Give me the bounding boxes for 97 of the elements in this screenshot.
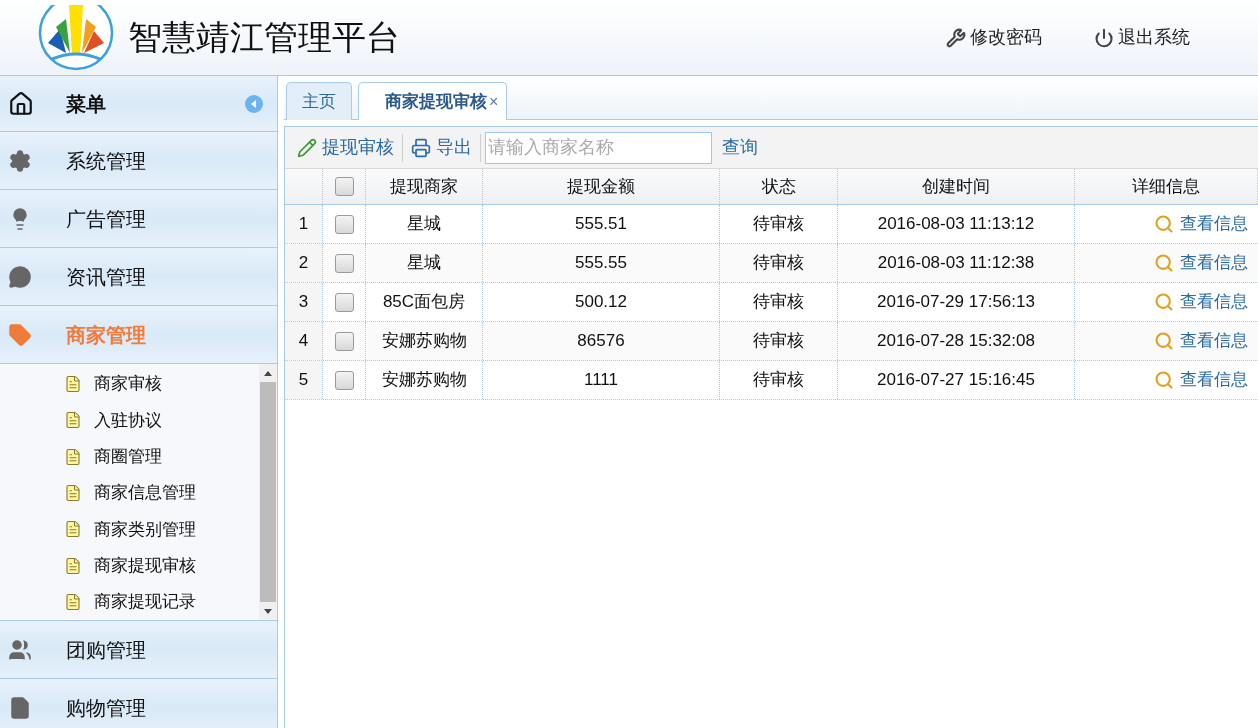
table-cell: 待审核 <box>720 322 838 360</box>
submenu-item[interactable]: 商家类别管理 <box>0 511 259 548</box>
document-icon <box>64 411 82 430</box>
people-icon <box>8 637 32 662</box>
table-cell: 86576 <box>483 322 720 360</box>
search-icon <box>1154 370 1174 390</box>
gear-icon <box>8 148 32 173</box>
collapse-icon[interactable] <box>245 94 263 113</box>
menu-group-label: 广告管理 <box>66 206 146 232</box>
header-action-link[interactable]: 修改密码 <box>946 24 1042 51</box>
search-icon <box>1154 214 1174 234</box>
row-number: 1 <box>285 205 323 243</box>
submenu-item[interactable]: 商家信息管理 <box>0 474 259 512</box>
menu-group-label: 商家管理 <box>66 322 146 348</box>
table-cell: 2016-07-27 15:16:45 <box>838 361 1075 399</box>
table-cell: 2016-08-03 11:12:38 <box>838 244 1075 282</box>
menu-group-header[interactable]: 资讯管理 <box>0 248 277 306</box>
table-cell: 待审核 <box>720 283 838 321</box>
pencil-icon <box>297 137 317 158</box>
view-info-link[interactable]: 查看信息 <box>1180 250 1248 276</box>
checkbox[interactable] <box>334 177 354 196</box>
table-cell: 1111 <box>483 361 720 399</box>
sidebar-title: 菜单 <box>66 91 106 117</box>
speech-bubble-icon <box>8 264 32 289</box>
tab[interactable]: 商家提现审核× <box>358 82 508 120</box>
search-icon <box>1154 331 1174 351</box>
table-cell: 555.55 <box>483 244 720 282</box>
document-icon <box>64 520 82 539</box>
scrollbar[interactable] <box>259 364 277 620</box>
table-cell: 星城 <box>366 205 483 243</box>
checkbox[interactable] <box>334 370 354 390</box>
menu-group-header[interactable]: 系统管理 <box>0 132 277 190</box>
table-cell: 85C面包房 <box>366 283 483 321</box>
column-header[interactable]: 创建时间 <box>838 169 1075 204</box>
column-header[interactable]: 提现商家 <box>366 169 483 204</box>
table-cell: 安娜苏购物 <box>366 322 483 360</box>
toolbar-button[interactable]: 导出 <box>407 134 476 161</box>
view-info-link[interactable]: 查看信息 <box>1180 367 1248 393</box>
submenu-item[interactable]: 商家提现记录 <box>0 583 259 620</box>
submenu-item[interactable]: 商家审核 <box>0 366 259 403</box>
toolbar-button[interactable]: 提现审核 <box>293 134 398 161</box>
table-cell: 500.12 <box>483 283 720 321</box>
document-icon <box>64 592 82 611</box>
view-info-link[interactable]: 查看信息 <box>1180 289 1248 315</box>
table-cell: 待审核 <box>720 205 838 243</box>
row-number: 4 <box>285 322 323 360</box>
view-info-link[interactable]: 查看信息 <box>1180 328 1248 354</box>
close-icon[interactable]: × <box>489 89 499 114</box>
app-title: 智慧靖江管理平台 <box>128 17 400 58</box>
document-icon <box>64 556 82 575</box>
query-button[interactable]: 查询 <box>722 134 758 161</box>
document-icon <box>64 484 82 502</box>
row-number: 3 <box>285 283 323 321</box>
table-cell: 安娜苏购物 <box>366 361 483 399</box>
tag-icon <box>8 322 32 347</box>
search-icon <box>1154 253 1174 273</box>
column-header[interactable]: 状态 <box>720 169 838 204</box>
document-icon <box>64 375 82 394</box>
submenu-item[interactable]: 商圈管理 <box>0 438 259 475</box>
search-field[interactable]: 请输入商家名称 <box>485 131 712 164</box>
table-cell: 待审核 <box>720 244 838 282</box>
column-header[interactable]: 详细信息 <box>1075 169 1258 204</box>
printer-icon <box>411 137 431 158</box>
table-cell: 待审核 <box>720 361 838 399</box>
search-icon <box>1154 292 1174 312</box>
header-action-link[interactable]: 退出系统 <box>1094 24 1190 51</box>
document-icon <box>64 447 82 466</box>
home-icon <box>8 90 34 117</box>
table-cell: 2016-08-03 11:13:12 <box>838 205 1075 243</box>
scroll-up-arrow-icon[interactable] <box>264 370 272 376</box>
checkbox[interactable] <box>334 292 354 312</box>
checkbox[interactable] <box>334 214 354 234</box>
table-cell: 2016-07-28 15:32:08 <box>838 322 1075 360</box>
menu-group-label: 购物管理 <box>66 695 146 721</box>
checkbox[interactable] <box>334 331 354 351</box>
power-icon <box>1094 27 1114 48</box>
row-number: 2 <box>285 244 323 282</box>
checkbox[interactable] <box>334 253 354 273</box>
menu-group-header[interactable]: 购物管理 <box>0 679 277 728</box>
table-cell: 2016-07-29 17:56:13 <box>838 283 1075 321</box>
document-icon <box>8 695 32 720</box>
table-cell: 星城 <box>366 244 483 282</box>
table-cell: 555.51 <box>483 205 720 243</box>
submenu-item[interactable]: 入驻协议 <box>0 402 259 439</box>
menu-group-label: 系统管理 <box>66 148 146 174</box>
menu-group-header[interactable]: 团购管理 <box>0 621 277 679</box>
logo-icon <box>38 4 114 71</box>
row-number: 5 <box>285 361 323 399</box>
tab[interactable]: 主页 <box>286 82 352 120</box>
submenu-item[interactable]: 商家提现审核 <box>0 547 259 584</box>
scroll-down-arrow-icon[interactable] <box>264 608 272 614</box>
wrench-icon <box>946 27 966 48</box>
menu-group-label: 资讯管理 <box>66 264 146 290</box>
view-info-link[interactable]: 查看信息 <box>1180 211 1248 237</box>
menu-group-header[interactable]: 广告管理 <box>0 190 277 248</box>
menu-group-label: 团购管理 <box>66 637 146 663</box>
column-header[interactable]: 提现金额 <box>483 169 720 204</box>
